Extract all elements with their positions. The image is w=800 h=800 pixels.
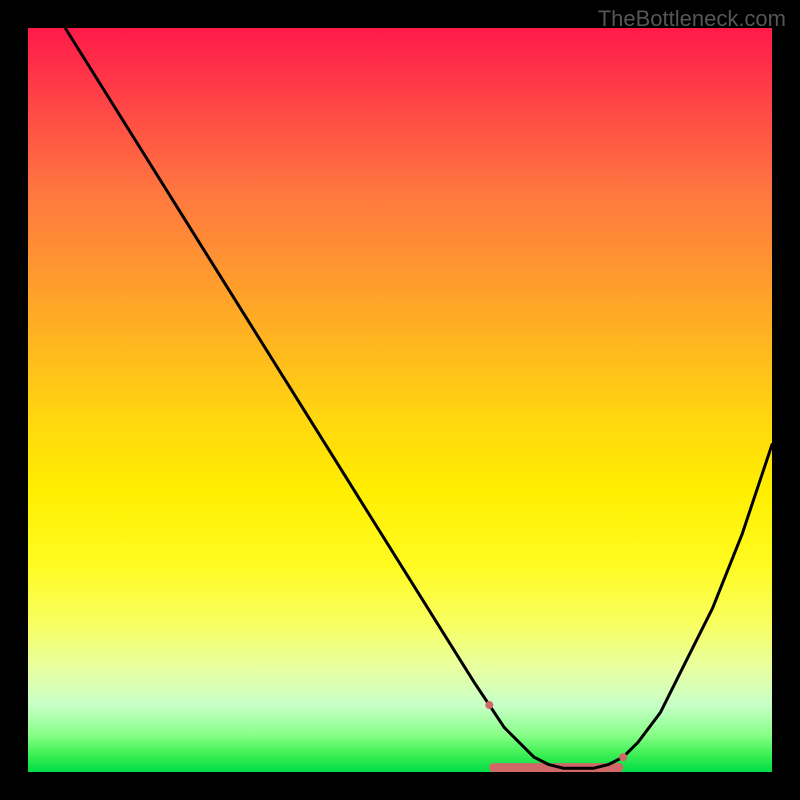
bottleneck-curve [65,28,772,768]
curve-marker-valley-right [619,753,627,761]
chart-plot-area [28,28,772,772]
site-watermark: TheBottleneck.com [598,6,786,32]
bottleneck-curve-svg [28,28,772,772]
curve-marker-valley-left [485,701,493,709]
